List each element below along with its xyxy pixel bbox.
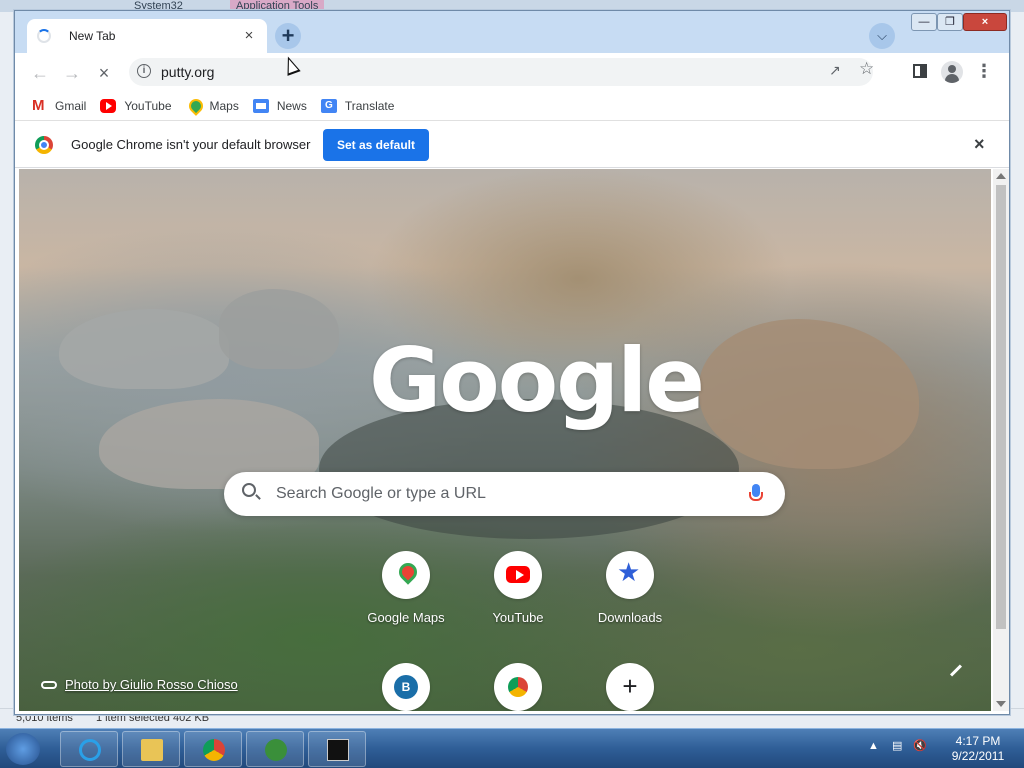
system-tray: ▲ ▤ 🔇 — [868, 739, 927, 752]
taskbar-clock[interactable]: 4:17 PM 9/22/2011 — [948, 734, 1008, 764]
address-url[interactable]: putty.org — [161, 64, 214, 80]
background-right-edge — [1010, 12, 1024, 717]
folder-icon — [141, 739, 163, 761]
forward-button[interactable]: → — [59, 60, 85, 86]
bookmark-label: News — [276, 98, 307, 113]
volume-muted-icon[interactable]: 🔇 — [913, 740, 927, 752]
site-info-icon[interactable]: i — [137, 64, 151, 78]
shortcut-google-maps[interactable]: Google Maps — [350, 551, 462, 651]
taskbar-internet-explorer[interactable] — [60, 731, 118, 767]
infobar-message: Google Chrome isn't your default browser — [71, 137, 311, 152]
loading-spinner-icon — [37, 29, 51, 43]
taskbar-putty[interactable] — [246, 731, 304, 767]
shortcut-label: YouTube — [492, 610, 544, 625]
tab-search-button[interactable]: ⌵ — [869, 23, 895, 49]
tab-new-tab[interactable]: New Tab × — [27, 19, 267, 53]
restore-button[interactable]: ❐ — [937, 13, 963, 31]
search-icon — [242, 483, 256, 497]
chrome-icon — [494, 663, 542, 711]
bookmark-label: Gmail — [55, 98, 87, 113]
share-icon[interactable]: ↗ — [829, 62, 841, 79]
background-left-edge — [0, 12, 14, 717]
shortcut-youtube[interactable]: YouTube — [462, 551, 574, 651]
add-shortcut-icon: + — [606, 663, 654, 711]
new-tab-button[interactable]: + — [275, 23, 301, 49]
browser-toolbar: ← → × i putty.org ↗ ☆ ⋮ — [15, 53, 1009, 91]
windows-taskbar: ▲ ▤ 🔇 4:17 PM 9/22/2011 — [0, 728, 1024, 768]
chrome-logo-icon — [35, 136, 53, 154]
b-icon: B — [382, 663, 430, 711]
scroll-up-icon[interactable] — [996, 173, 1006, 179]
youtube-icon — [100, 98, 117, 113]
background-rock — [219, 289, 339, 369]
tab-title: New Tab — [69, 29, 116, 43]
show-hidden-icons-icon[interactable]: ▲ — [868, 740, 879, 752]
shortcut-label: Downloads — [597, 610, 663, 625]
bookmark-gmail[interactable]: Gmail — [31, 97, 87, 114]
taskbar-explorer[interactable] — [122, 731, 180, 767]
network-icon[interactable]: ▤ — [892, 740, 902, 752]
network-globe-icon — [265, 739, 287, 761]
profile-avatar[interactable] — [941, 61, 963, 83]
bookmark-maps[interactable]: Maps — [186, 99, 239, 113]
background-rock — [59, 309, 229, 389]
bookmark-label: YouTube — [124, 98, 172, 113]
ntp-search-box[interactable]: Search Google or type a URL — [224, 472, 785, 516]
translate-icon: G — [320, 98, 337, 113]
clock-time: 4:17 PM — [955, 734, 1001, 748]
bookmark-label: Maps — [209, 98, 239, 113]
scroll-thumb[interactable] — [996, 185, 1006, 629]
customize-pencil-icon[interactable] — [949, 664, 963, 677]
chrome-window: New Tab × + ⌵ — ❐ × ← → × i putty.org ↗ … — [14, 10, 1010, 715]
close-infobar-icon[interactable]: × — [974, 134, 985, 155]
google-maps-icon — [382, 551, 430, 599]
internet-explorer-icon — [79, 739, 101, 761]
set-as-default-button[interactable]: Set as default — [323, 129, 429, 161]
shortcut-label: Google Maps — [367, 610, 445, 625]
side-panel-icon[interactable] — [913, 64, 927, 78]
bookmark-label: Translate — [344, 98, 395, 113]
shortcut-downloads[interactable]: Downloads — [574, 551, 686, 651]
maps-icon — [186, 99, 202, 113]
bookmarks-bar: Gmail YouTube Maps News G Translate — [15, 91, 1009, 121]
tab-strip: New Tab × + ⌵ — ❐ × — [15, 11, 1009, 53]
back-button[interactable]: ← — [27, 60, 53, 86]
bookmark-youtube[interactable]: YouTube — [100, 98, 172, 113]
bookmark-news[interactable]: News — [252, 98, 307, 113]
chrome-menu-icon[interactable]: ⋮ — [975, 62, 993, 82]
clock-date: 9/22/2011 — [951, 749, 1005, 763]
page-scrollbar[interactable] — [993, 169, 1009, 711]
downloads-icon — [606, 551, 654, 599]
minimize-button[interactable]: — — [911, 13, 937, 31]
add-shortcut-button[interactable]: + — [574, 663, 686, 711]
link-icon — [41, 680, 57, 689]
address-bar[interactable]: i putty.org ↗ ☆ — [129, 58, 874, 86]
start-button[interactable] — [6, 733, 40, 765]
google-logo: Google — [369, 329, 705, 432]
taskbar-chrome[interactable] — [184, 731, 242, 767]
bookmark-star-icon[interactable]: ☆ — [859, 59, 874, 79]
photo-credit-link[interactable]: Photo by Giulio Rosso Chioso — [41, 677, 238, 692]
voice-search-icon[interactable] — [749, 484, 763, 501]
new-tab-page: Google Search Google or type a URL Googl… — [19, 169, 991, 711]
taskbar-command-prompt[interactable] — [308, 731, 366, 767]
photo-credit-text[interactable]: Photo by Giulio Rosso Chioso — [65, 677, 238, 692]
scroll-down-icon[interactable] — [996, 701, 1006, 707]
shortcut-b[interactable]: B — [350, 663, 462, 711]
chrome-icon — [203, 739, 225, 761]
gmail-icon — [31, 97, 47, 114]
close-tab-icon[interactable]: × — [241, 28, 257, 44]
youtube-icon — [494, 551, 542, 599]
shortcut-chrome[interactable] — [462, 663, 574, 711]
stop-loading-button[interactable]: × — [91, 60, 117, 86]
close-window-button[interactable]: × — [963, 13, 1007, 31]
background-rock — [699, 319, 919, 469]
command-prompt-icon — [327, 739, 349, 761]
bookmark-translate[interactable]: G Translate — [320, 98, 395, 113]
news-icon — [252, 98, 269, 113]
search-placeholder[interactable]: Search Google or type a URL — [276, 485, 486, 503]
default-browser-infobar: Google Chrome isn't your default browser… — [15, 122, 1009, 168]
